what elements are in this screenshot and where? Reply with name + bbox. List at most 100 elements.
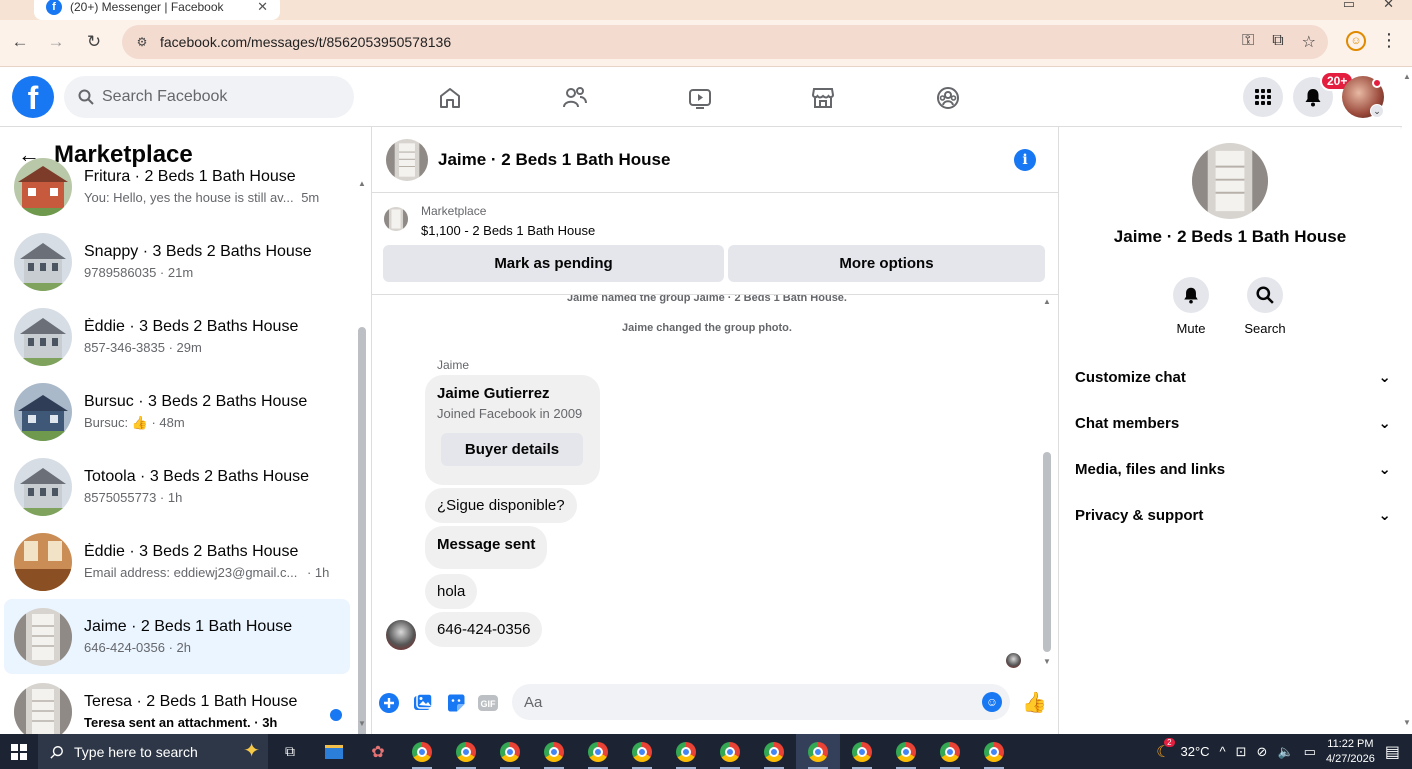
- windows-start-icon[interactable]: [0, 734, 38, 769]
- site-settings-icon[interactable]: ⚙: [132, 32, 152, 52]
- forward-icon[interactable]: →: [44, 32, 68, 52]
- chrome-icon[interactable]: [752, 734, 796, 769]
- bookmark-star-icon[interactable]: ☆: [1302, 32, 1316, 52]
- buyer-name: Jaime Gutierrez: [437, 385, 550, 402]
- message-bubble[interactable]: hola: [425, 574, 478, 609]
- weather-icon[interactable]: ☾ 2: [1156, 737, 1175, 762]
- chat-scroll-up-icon[interactable]: ▲: [1043, 297, 1051, 306]
- message-bubble[interactable]: 646-424-0356: [425, 612, 543, 647]
- chrome-icon[interactable]: [884, 734, 928, 769]
- close-window-icon[interactable]: ✕: [1383, 0, 1394, 12]
- chrome-icon[interactable]: [708, 734, 752, 769]
- conversation-list-scrollbar[interactable]: [358, 327, 366, 734]
- gif-icon[interactable]: GIF: [477, 692, 499, 714]
- search-action[interactable]: Search: [1235, 277, 1295, 336]
- buyer-joined: Joined Facebook in 2009: [437, 406, 583, 421]
- section-privacy-support[interactable]: Privacy & support ⌄: [1075, 501, 1391, 529]
- network-icon[interactable]: ⊘: [1257, 744, 1268, 760]
- chrome-icon[interactable]: [620, 734, 664, 769]
- install-app-icon[interactable]: ⧉: [1272, 32, 1283, 52]
- account-chevron-down-icon[interactable]: ⌄: [1370, 104, 1384, 118]
- message-bubble[interactable]: ¿Sigue disponible?: [425, 488, 577, 523]
- friends-icon[interactable]: [560, 83, 590, 113]
- tray-chevron-up-icon[interactable]: ^: [1220, 744, 1226, 759]
- add-more-icon[interactable]: [378, 692, 400, 714]
- chat-scroll-down-icon[interactable]: ▼: [1043, 657, 1051, 666]
- section-customize-chat[interactable]: Customize chat ⌄: [1075, 363, 1391, 391]
- chrome-icon[interactable]: [664, 734, 708, 769]
- weather-temp[interactable]: 32°C: [1180, 744, 1209, 759]
- info-icon[interactable]: i: [1014, 149, 1036, 171]
- conversation-preview: 857-346-3835 · 29m: [84, 340, 202, 355]
- scroll-up-arrow-icon[interactable]: ▲: [358, 179, 366, 188]
- details-name: Jaime · 2 Beds 1 Bath House: [1113, 227, 1347, 246]
- file-explorer-icon[interactable]: [312, 734, 356, 769]
- back-icon[interactable]: ←: [8, 32, 32, 52]
- chat-scrollbar[interactable]: [1043, 452, 1051, 652]
- details-avatar[interactable]: [1192, 143, 1268, 219]
- taskbar-search[interactable]: Type here to search ✦: [38, 734, 268, 769]
- emoji-icon[interactable]: ☺: [982, 692, 1002, 712]
- section-chat-members[interactable]: Chat members ⌄: [1075, 409, 1391, 437]
- volume-icon[interactable]: 🔈: [1277, 744, 1293, 760]
- address-bar[interactable]: ⚙ facebook.com/messages/t/85620539505781…: [122, 25, 1328, 59]
- mute-bell-icon[interactable]: [1173, 277, 1209, 313]
- chat-title[interactable]: Jaime · 2 Beds 1 Bath House: [438, 150, 670, 170]
- message-input[interactable]: [512, 684, 1010, 720]
- conversation-item[interactable]: Èddie · 3 Beds 2 Baths House 857-346-383…: [4, 299, 350, 374]
- facebook-logo-icon[interactable]: f: [12, 76, 54, 118]
- conversation-item[interactable]: Teresa · 2 Beds 1 Bath House Teresa sent…: [4, 674, 350, 734]
- message-bubble[interactable]: Message sent: [425, 526, 548, 569]
- groups-icon[interactable]: [933, 83, 963, 113]
- browser-menu-icon[interactable]: ⋮: [1380, 30, 1398, 51]
- task-view-icon[interactable]: ⧉: [268, 734, 312, 769]
- video-icon[interactable]: [685, 83, 715, 113]
- tray-app-icon[interactable]: ⊡: [1236, 744, 1247, 760]
- reload-icon[interactable]: ↻: [82, 32, 106, 52]
- taskbar-clock[interactable]: 11:22 PM 4/27/2026: [1326, 737, 1375, 767]
- app-icon[interactable]: ✿: [356, 734, 400, 769]
- browser-tab[interactable]: f (20+) Messenger | Facebook ✕: [34, 0, 280, 20]
- display-icon[interactable]: ▭: [1304, 744, 1316, 760]
- chat-avatar[interactable]: [386, 138, 428, 181]
- chrome-icon-active[interactable]: [796, 734, 840, 769]
- listing-price-title[interactable]: $1,100 - 2 Beds 1 Bath House: [421, 223, 595, 238]
- chrome-icon[interactable]: [444, 734, 488, 769]
- mute-action[interactable]: Mute: [1161, 277, 1221, 336]
- conversation-item[interactable]: Snappy · 3 Beds 2 Baths House 9789586035…: [4, 224, 350, 299]
- chrome-icon[interactable]: [532, 734, 576, 769]
- mark-as-pending-button[interactable]: Mark as pending: [383, 245, 724, 282]
- system-message: Jaime named the group Jaime · 2 Beds 1 B…: [567, 295, 847, 304]
- close-tab-icon[interactable]: ✕: [257, 0, 268, 15]
- scroll-down-arrow-icon[interactable]: ▼: [358, 719, 366, 728]
- conversation-item[interactable]: Bursuc · 3 Beds 2 Baths House Bursuc: 👍 …: [4, 374, 350, 449]
- minimize-icon[interactable]: ▭: [1343, 0, 1355, 12]
- buyer-details-button[interactable]: Buyer details: [441, 433, 583, 466]
- sticker-icon[interactable]: [445, 692, 467, 714]
- page-scroll-down-icon[interactable]: ▼: [1403, 718, 1411, 727]
- thumbs-up-like-icon[interactable]: 👍: [1022, 690, 1047, 715]
- browser-profile-icon[interactable]: ☺: [1346, 31, 1366, 51]
- notification-center-icon[interactable]: ▤: [1385, 742, 1400, 762]
- password-key-icon[interactable]: ⚿: [1242, 32, 1254, 52]
- marketplace-icon[interactable]: [808, 83, 838, 113]
- chrome-icon[interactable]: [972, 734, 1016, 769]
- chrome-icon[interactable]: [576, 734, 620, 769]
- chrome-icon[interactable]: [928, 734, 972, 769]
- more-options-button[interactable]: More options: [728, 245, 1045, 282]
- photo-attach-icon[interactable]: [412, 692, 434, 714]
- page-scroll-up-icon[interactable]: ▲: [1403, 72, 1411, 81]
- section-media-files-links[interactable]: Media, files and links ⌄: [1075, 455, 1391, 483]
- chrome-icon[interactable]: [840, 734, 884, 769]
- chrome-icon[interactable]: [488, 734, 532, 769]
- chrome-icon[interactable]: [400, 734, 444, 769]
- conversation-item[interactable]: Èddie · 3 Beds 2 Baths House Email addre…: [4, 524, 350, 599]
- conversation-item-active[interactable]: Jaime · 2 Beds 1 Bath House 646-424-0356…: [4, 599, 350, 674]
- menu-grid-icon[interactable]: [1243, 77, 1283, 117]
- page-scrollbar[interactable]: ▲ ▼: [1402, 70, 1412, 734]
- conversation-item[interactable]: Totoola · 3 Beds 2 Baths House 857505577…: [4, 449, 350, 524]
- facebook-search[interactable]: Search Facebook: [64, 76, 354, 118]
- search-in-chat-icon[interactable]: [1247, 277, 1283, 313]
- conversation-item[interactable]: Fritura · 2 Beds 1 Bath House You: Hello…: [4, 149, 350, 224]
- home-icon[interactable]: [435, 83, 465, 113]
